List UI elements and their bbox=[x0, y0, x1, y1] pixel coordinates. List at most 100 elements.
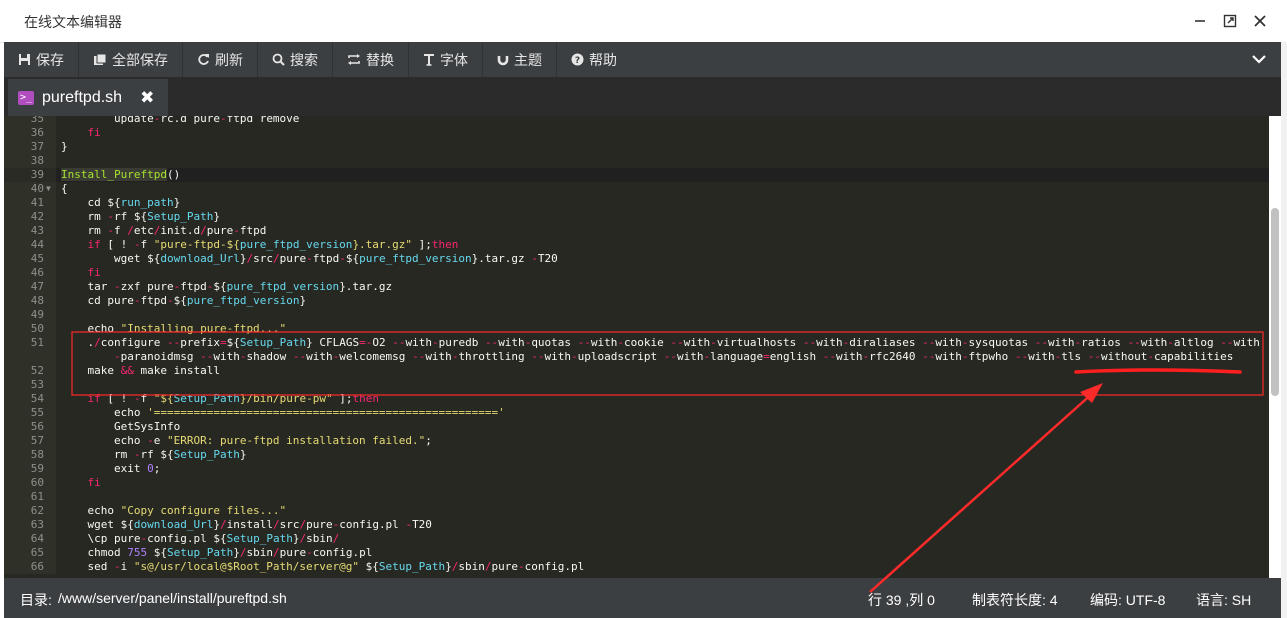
code-line[interactable]: 48 cd pure-ftpd-${pure_ftpd_version} bbox=[4, 294, 1269, 308]
code-line[interactable]: 50 echo "Installing pure-ftpd..." bbox=[4, 322, 1269, 336]
replace-button[interactable]: 替换 bbox=[333, 42, 409, 77]
code-line[interactable]: 52 make && make install bbox=[4, 364, 1269, 378]
chevron-down-icon bbox=[1252, 55, 1266, 64]
code-line[interactable]: 53 bbox=[4, 378, 1269, 392]
code-line[interactable]: 62 echo "Copy configure files..." bbox=[4, 504, 1269, 518]
cursor-position[interactable]: 行 39 ,列 0 bbox=[868, 590, 935, 610]
editor-scrollbar[interactable] bbox=[1269, 116, 1281, 578]
line-content: wget ${download_Url}/install/src/pure-co… bbox=[61, 518, 432, 531]
line-content: fi bbox=[87, 266, 101, 279]
search-icon bbox=[272, 53, 285, 66]
code-line[interactable]: 49 bbox=[4, 308, 1269, 322]
help-button[interactable]: ? 帮助 bbox=[557, 42, 631, 77]
code-line[interactable]: 54 if [ ! -f "${Setup_Path}/bin/pure-pw"… bbox=[4, 392, 1269, 406]
line-content: cd pure-ftpd-${pure_ftpd_version} bbox=[61, 294, 307, 307]
code-line[interactable]: 66 sed -i "s@/usr/local@$Root_Path/serve… bbox=[4, 560, 1269, 574]
line-number: 62 bbox=[4, 504, 56, 518]
line-content: { bbox=[61, 182, 68, 195]
code-line[interactable]: 45 wget ${download_Url}/src/pure-ftpd-${… bbox=[4, 252, 1269, 266]
line-number: 56 bbox=[4, 420, 56, 434]
code-line[interactable]: 60 fi bbox=[4, 476, 1269, 490]
terminal-file-icon: >_ bbox=[18, 90, 34, 105]
line-content: -paranoidmsg --with-shadow --with-welcom… bbox=[113, 350, 1234, 363]
code-line[interactable]: -paranoidmsg --with-shadow --with-welcom… bbox=[4, 350, 1269, 364]
fold-arrow-icon[interactable]: ▼ bbox=[46, 182, 51, 196]
code-line[interactable]: 42 rm -rf ${Setup_Path} bbox=[4, 210, 1269, 224]
code-lines: 35 update-rc.d pure-ftpd remove 36 fi 37} 3… bbox=[4, 116, 1269, 574]
code-line[interactable]: 35 update-rc.d pure-ftpd remove bbox=[4, 116, 1269, 126]
line-content: update-rc.d pure-ftpd remove bbox=[61, 116, 300, 125]
line-number: 63 bbox=[4, 518, 56, 532]
code-line[interactable]: 36 fi bbox=[4, 126, 1269, 140]
refresh-label: 刷新 bbox=[215, 51, 243, 68]
code-line[interactable]: 43 rm -f /etc/init.d/pure-ftpd bbox=[4, 224, 1269, 238]
title-bar: 在线文本编辑器 bbox=[0, 0, 1287, 43]
line-content: } bbox=[61, 140, 68, 153]
line-number: 36 bbox=[4, 126, 56, 140]
code-line[interactable]: 40 ▼{ bbox=[4, 182, 1269, 196]
tab-label: pureftpd.sh bbox=[42, 88, 123, 106]
close-button[interactable] bbox=[1251, 12, 1269, 30]
code-line[interactable]: 51 ./configure --prefix=${Setup_Path} CF… bbox=[4, 336, 1269, 350]
line-number: 47 bbox=[4, 280, 56, 294]
code-line[interactable]: 44 if [ ! -f "pure-ftpd-${pure_ftpd_vers… bbox=[4, 238, 1269, 252]
tab-close-icon[interactable]: ✖ bbox=[140, 88, 154, 108]
code-line[interactable]: 63 wget ${download_Url}/install/src/pure… bbox=[4, 518, 1269, 532]
line-number: 35 bbox=[4, 116, 56, 126]
line-number: 43 bbox=[4, 224, 56, 238]
line-content: tar -zxf pure-ftpd-${pure_ftpd_version}.… bbox=[61, 280, 393, 293]
code-line[interactable]: 38 bbox=[4, 154, 1269, 168]
code-line[interactable]: 37} bbox=[4, 140, 1269, 154]
page-scrollbar[interactable] bbox=[1281, 42, 1287, 618]
refresh-icon bbox=[198, 54, 209, 65]
code-line[interactable]: 61 bbox=[4, 490, 1269, 504]
line-number: 59 bbox=[4, 462, 56, 476]
line-number: 53 bbox=[4, 378, 56, 392]
language[interactable]: 语言: SH bbox=[1196, 590, 1251, 610]
line-number: 64 bbox=[4, 532, 56, 546]
line-content: echo '==================================… bbox=[61, 406, 505, 419]
code-line[interactable]: 55 echo '===============================… bbox=[4, 406, 1269, 420]
editor-scroll-thumb[interactable] bbox=[1271, 208, 1279, 396]
line-number: 66 bbox=[4, 560, 56, 574]
code-line[interactable]: 56 GetSysInfo bbox=[4, 420, 1269, 434]
code-editor[interactable]: 35 update-rc.d pure-ftpd remove 36 fi 37} 3… bbox=[4, 116, 1281, 578]
tab-pureftpd-sh[interactable]: >_ pureftpd.sh ✖ bbox=[8, 79, 168, 116]
code-line[interactable]: 47 tar -zxf pure-ftpd-${pure_ftpd_versio… bbox=[4, 280, 1269, 294]
question-icon: ? bbox=[571, 53, 584, 66]
search-button[interactable]: 搜索 bbox=[258, 42, 333, 77]
code-line[interactable]: 46 fi bbox=[4, 266, 1269, 280]
encoding[interactable]: 编码: UTF-8 bbox=[1090, 590, 1165, 610]
maximize-button[interactable] bbox=[1221, 12, 1239, 30]
font-label: 字体 bbox=[440, 51, 468, 68]
theme-button[interactable]: 主题 bbox=[483, 42, 557, 77]
line-number: 45 bbox=[4, 252, 56, 266]
line-number: 46 bbox=[4, 266, 56, 280]
line-content: fi bbox=[87, 476, 101, 489]
save-all-button[interactable]: 全部保存 bbox=[79, 42, 183, 77]
tab-size[interactable]: 制表符长度: 4 bbox=[972, 590, 1058, 610]
line-content: cd ${run_path} bbox=[61, 196, 181, 209]
svg-text:?: ? bbox=[575, 56, 580, 66]
file-path: /www/server/panel/install/pureftpd.sh bbox=[58, 590, 287, 606]
path-label: 目录: bbox=[20, 592, 52, 608]
refresh-button[interactable]: 刷新 bbox=[183, 42, 258, 77]
replace-label: 替换 bbox=[366, 51, 394, 68]
code-line[interactable]: 39 Install_Pureftpd() bbox=[4, 168, 1269, 182]
line-content: rm -rf ${Setup_Path} bbox=[61, 210, 220, 223]
line-content: fi bbox=[87, 126, 101, 139]
line-content: wget ${download_Url}/src/pure-ftpd-${pur… bbox=[61, 252, 558, 265]
collapse-toolbar-button[interactable] bbox=[1237, 42, 1281, 77]
code-line[interactable]: 64 \cp pure-config.pl ${Setup_Path}/sbin… bbox=[4, 532, 1269, 546]
code-line[interactable]: 57 echo -e "ERROR: pure-ftpd installatio… bbox=[4, 434, 1269, 448]
code-line[interactable]: 41 cd ${run_path} bbox=[4, 196, 1269, 210]
code-line[interactable]: 65 chmod 755 ${Setup_Path}/sbin/pure-con… bbox=[4, 546, 1269, 560]
code-line[interactable]: 58 rm -rf ${Setup_Path} bbox=[4, 448, 1269, 462]
theme-label: 主题 bbox=[514, 51, 542, 68]
font-button[interactable]: 字体 bbox=[409, 42, 483, 77]
save-button[interactable]: 保存 bbox=[4, 42, 79, 77]
line-content: \cp pure-config.pl ${Setup_Path}/sbin/ bbox=[61, 532, 340, 545]
code-line[interactable]: 59 exit 0; bbox=[4, 462, 1269, 476]
minimize-button[interactable] bbox=[1191, 12, 1209, 30]
